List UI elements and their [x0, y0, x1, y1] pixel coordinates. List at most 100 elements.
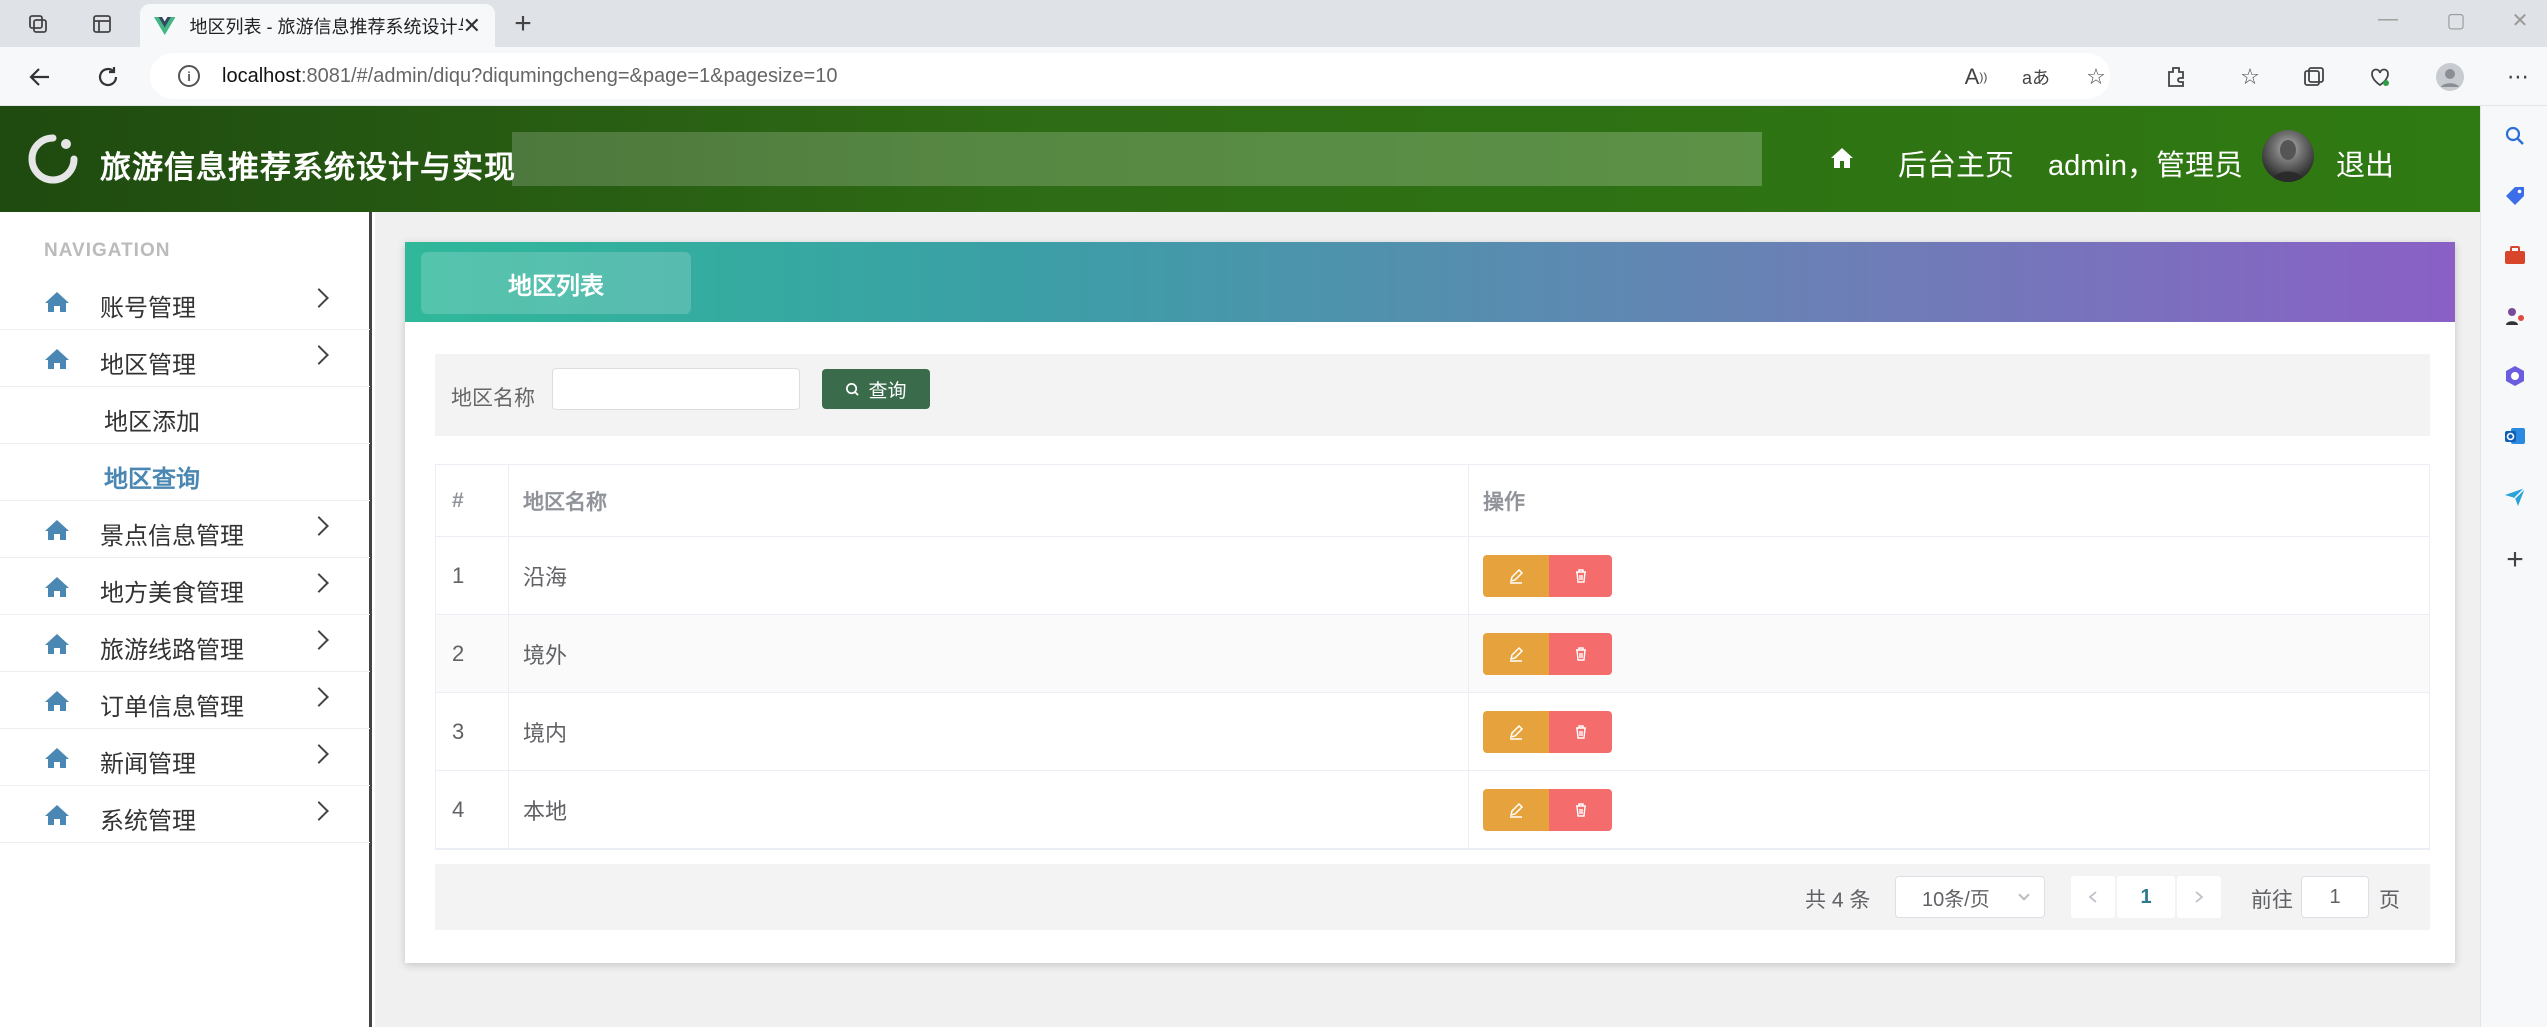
page-size-select[interactable]: 10条/页	[1895, 876, 2045, 918]
logout-link[interactable]: 退出	[2336, 142, 2394, 184]
edit-button[interactable]	[1483, 788, 1549, 831]
delete-button[interactable]	[1549, 632, 1612, 675]
admin-home-link[interactable]: 后台主页	[1898, 142, 2014, 184]
collections-icon[interactable]	[2298, 61, 2330, 93]
games-icon[interactable]	[2501, 302, 2529, 330]
site-info-icon[interactable]: i	[178, 65, 200, 87]
region-name-input[interactable]	[552, 368, 800, 410]
chevron-right-icon	[309, 801, 329, 821]
sidebar-item-attractions[interactable]: 景点信息管理	[0, 501, 370, 558]
region-table: # 地区名称 操作 1 沿海 2 境外 3 境内 4 本地	[435, 464, 2430, 850]
region-list-card: 地区列表 地区名称 查询 # 地区名称 操作 1 沿海 2 境外 3 境内 4 …	[405, 242, 2455, 963]
workspaces-icon[interactable]	[22, 8, 54, 40]
sidebar-item-system[interactable]: 系统管理	[0, 786, 370, 843]
add-sidebar-app-icon[interactable]: +	[2501, 543, 2529, 576]
chevron-left-icon	[2088, 891, 2097, 903]
table-row: 1 沿海	[436, 537, 2429, 615]
read-aloud-icon[interactable]: A))	[1960, 61, 1992, 93]
pagination-total: 共 4 条	[1805, 889, 1871, 912]
page-number-current[interactable]: 1	[2117, 876, 2175, 918]
column-header-actions: 操作	[1468, 465, 2428, 536]
browser-essentials-icon[interactable]	[2364, 61, 2396, 93]
address-bar: i localhost:8081/#/admin/diqu?diqumingch…	[0, 47, 2547, 106]
back-icon[interactable]	[22, 59, 58, 95]
edit-button[interactable]	[1483, 554, 1549, 597]
favorites-icon[interactable]: ☆	[2234, 61, 2266, 93]
chevron-right-icon	[309, 516, 329, 536]
sidebar-item-local-food[interactable]: 地方美食管理	[0, 558, 370, 615]
trash-icon	[1575, 802, 1586, 817]
new-tab-icon[interactable]: +	[505, 6, 541, 42]
browser-tab-active[interactable]: 地区列表 - 旅游信息推荐系统设计与实现 ✕	[140, 4, 495, 47]
search-panel: 地区名称 查询	[435, 354, 2430, 436]
row-index: 2	[452, 640, 465, 666]
delete-button[interactable]	[1549, 554, 1612, 597]
microsoft-365-icon[interactable]	[2501, 362, 2529, 390]
sidebar-item-accounts[interactable]: 账号管理	[0, 273, 370, 330]
chevron-right-icon	[309, 744, 329, 764]
row-actions	[1468, 615, 2428, 692]
edit-button[interactable]	[1483, 710, 1549, 753]
edit-button[interactable]	[1483, 632, 1549, 675]
title-highlight	[512, 132, 1762, 186]
outlook-icon[interactable]	[2501, 422, 2529, 450]
favorite-star-icon[interactable]: ☆	[2080, 61, 2112, 93]
row-actions	[1468, 771, 2428, 848]
chevron-right-icon	[309, 630, 329, 650]
tools-briefcase-icon[interactable]	[2501, 242, 2529, 270]
row-actions	[1468, 537, 2428, 614]
url-field[interactable]: i localhost:8081/#/admin/diqu?diqumingch…	[150, 53, 2110, 99]
profile-avatar-icon[interactable]	[2434, 61, 2466, 93]
sidebar-item-regions[interactable]: 地区管理	[0, 330, 370, 387]
card-title-tab[interactable]: 地区列表	[421, 252, 691, 314]
table-header-row: # 地区名称 操作	[436, 465, 2429, 537]
row-index: 4	[452, 796, 465, 822]
table-row: 3 境内	[436, 693, 2429, 771]
sidebar-item-travel-routes[interactable]: 旅游线路管理	[0, 615, 370, 672]
chevron-right-icon	[309, 288, 329, 308]
search-icon[interactable]	[2501, 122, 2529, 150]
home-icon[interactable]	[1828, 144, 1856, 172]
close-window-icon[interactable]: ✕	[2500, 8, 2540, 33]
sidebar-item-label: 账号管理	[100, 295, 196, 322]
sidebar-item-label: 景点信息管理	[100, 523, 244, 550]
search-button-label: 查询	[868, 380, 907, 402]
chevron-right-icon	[309, 573, 329, 593]
trash-icon	[1575, 646, 1586, 661]
home-icon	[45, 691, 69, 711]
shopping-tag-icon[interactable]	[2501, 182, 2529, 210]
sidebar-item-label: 地方美食管理	[100, 580, 244, 607]
nav-caption: NAVIGATION	[44, 240, 171, 261]
search-button[interactable]: 查询	[822, 369, 930, 409]
url-host: localhost	[222, 64, 301, 87]
sidebar-subitem-region-query[interactable]: 地区查询	[0, 444, 370, 501]
sidebar-subitem-label: 地区添加	[104, 409, 200, 436]
row-region-name: 境内	[508, 693, 1448, 770]
page-size-value: 10条/页	[1922, 888, 1990, 911]
column-header-region-name: 地区名称	[508, 465, 1448, 536]
tab-actions-icon[interactable]	[86, 8, 118, 40]
delete-button[interactable]	[1549, 788, 1612, 831]
sidebar-item-orders[interactable]: 订单信息管理	[0, 672, 370, 729]
next-page-button[interactable]	[2177, 876, 2221, 918]
tab-close-icon[interactable]: ✕	[463, 13, 481, 39]
more-menu-icon[interactable]: ⋯	[2502, 61, 2534, 93]
vue-logo-icon	[154, 16, 176, 35]
prev-page-button[interactable]	[2071, 876, 2115, 918]
column-header-index: #	[452, 488, 464, 512]
refresh-icon[interactable]	[90, 59, 126, 95]
delete-button[interactable]	[1549, 710, 1612, 753]
row-region-name: 境外	[508, 615, 1448, 692]
avatar[interactable]	[2262, 130, 2314, 182]
user-label: admin，管理员	[2048, 150, 2243, 182]
send-icon[interactable]	[2501, 482, 2529, 510]
sidebar-item-news[interactable]: 新闻管理	[0, 729, 370, 786]
translate-icon[interactable]: aあ	[2020, 61, 2052, 93]
goto-page-input[interactable]: 1	[2301, 876, 2369, 918]
maximize-icon[interactable]: ▢	[2436, 8, 2476, 33]
row-actions	[1468, 693, 2428, 770]
minimize-icon[interactable]: —	[2368, 8, 2408, 31]
edit-pencil-icon	[1509, 568, 1524, 584]
extensions-icon[interactable]	[2160, 61, 2192, 93]
sidebar-subitem-region-add[interactable]: 地区添加	[0, 387, 370, 444]
